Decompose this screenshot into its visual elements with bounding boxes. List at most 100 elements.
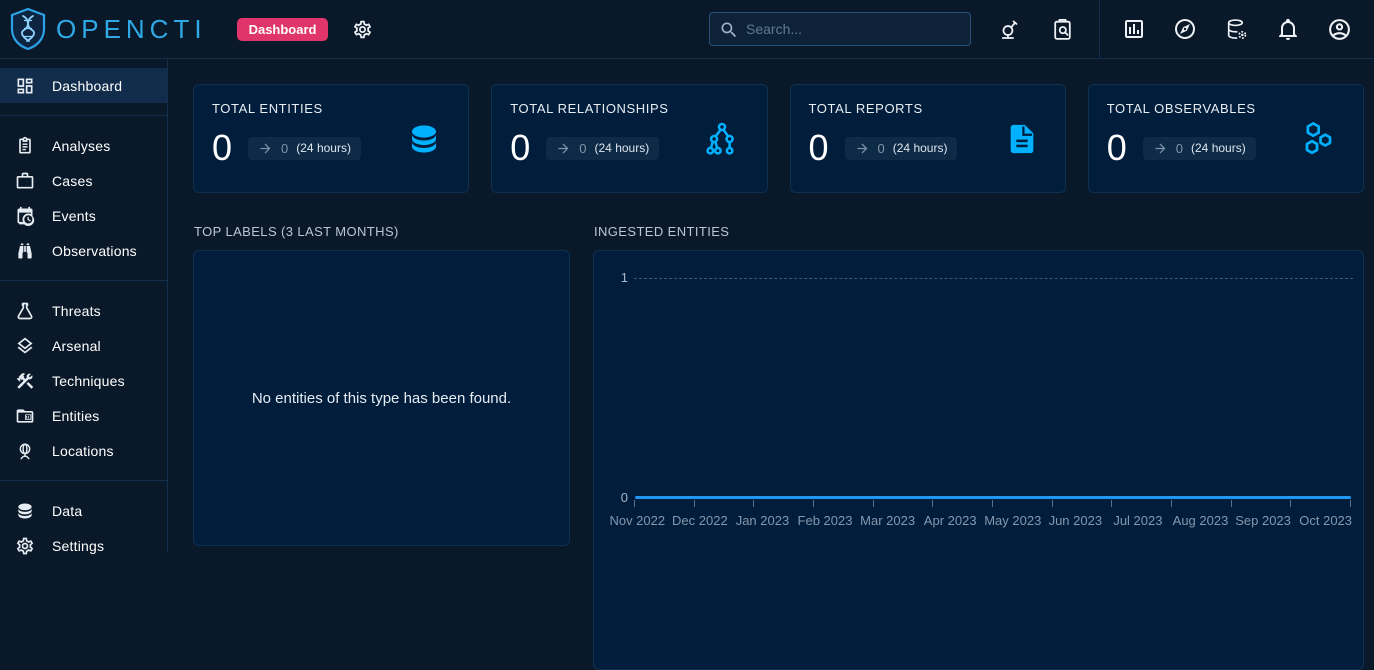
stat-card-title: TOTAL ENTITIES bbox=[212, 101, 450, 116]
stat-cards-row: TOTAL ENTITIES 0 0 (24 hours) TOTAL RELA… bbox=[193, 84, 1364, 193]
stat-card-title: TOTAL OBSERVABLES bbox=[1107, 101, 1345, 116]
database-icon bbox=[15, 501, 35, 521]
sidebar-item-observations[interactable]: Observations bbox=[0, 233, 167, 268]
gridline bbox=[634, 278, 1353, 279]
account-circle-icon[interactable] bbox=[1325, 17, 1354, 42]
empty-message: No entities of this type has been found. bbox=[252, 390, 511, 407]
delta-period: (24 hours) bbox=[296, 141, 351, 155]
delta-chip: 0 (24 hours) bbox=[1143, 137, 1256, 160]
stat-card-value: 0 bbox=[809, 130, 829, 166]
sidebar-item-label: Techniques bbox=[52, 373, 125, 389]
page-badge: Dashboard bbox=[237, 18, 329, 41]
delta-period: (24 hours) bbox=[1191, 141, 1246, 155]
stat-card-value: 0 bbox=[1107, 130, 1127, 166]
research-icon[interactable] bbox=[995, 17, 1024, 42]
delta-value: 0 bbox=[1176, 141, 1183, 156]
sidebar-divider bbox=[0, 280, 167, 281]
topbar: OPENCTI Dashboard bbox=[0, 0, 1374, 59]
x-axis-label: Jul 2023 bbox=[1107, 513, 1170, 528]
sidebar-divider bbox=[0, 115, 167, 116]
x-axis-label: Nov 2022 bbox=[606, 513, 669, 528]
chart-series-line bbox=[635, 496, 1351, 499]
search-icon bbox=[719, 20, 739, 40]
sidebar-item-data[interactable]: Data bbox=[0, 493, 167, 528]
sidebar: Dashboard Analyses Cases Events Observat… bbox=[0, 59, 168, 552]
x-axis-label: Aug 2023 bbox=[1169, 513, 1232, 528]
database-icon bbox=[406, 121, 442, 157]
opencti-logo[interactable]: OPENCTI bbox=[8, 7, 207, 51]
file-document-icon bbox=[1005, 122, 1039, 156]
delta-period: (24 hours) bbox=[595, 141, 650, 155]
sidebar-item-label: Cases bbox=[52, 173, 93, 189]
globe-icon bbox=[15, 441, 35, 461]
sidebar-divider bbox=[0, 480, 167, 481]
folder-icon bbox=[15, 406, 35, 426]
x-axis-label: Dec 2022 bbox=[669, 513, 732, 528]
sidebar-item-dashboard[interactable]: Dashboard bbox=[0, 68, 167, 103]
delta-chip: 0 (24 hours) bbox=[845, 137, 958, 160]
delta-value: 0 bbox=[281, 141, 288, 156]
stat-card-total-observables: TOTAL OBSERVABLES 0 0 (24 hours) bbox=[1088, 84, 1364, 193]
sidebar-item-label: Settings bbox=[52, 538, 104, 554]
sidebar-item-entities[interactable]: Entities bbox=[0, 398, 167, 433]
logo-text: OPENCTI bbox=[56, 14, 207, 45]
delta-value: 0 bbox=[579, 141, 586, 156]
widgets-row: TOP LABELS (3 LAST MONTHS) No entities o… bbox=[193, 224, 1364, 670]
y-axis-tick-1: 1 bbox=[604, 270, 628, 285]
delta-value: 0 bbox=[878, 141, 885, 156]
delta-chip: 0 (24 hours) bbox=[248, 137, 361, 160]
stat-card-total-reports: TOTAL REPORTS 0 0 (24 hours) bbox=[790, 84, 1066, 193]
graph-icon bbox=[703, 120, 741, 158]
sidebar-item-locations[interactable]: Locations bbox=[0, 433, 167, 468]
x-axis-label: Mar 2023 bbox=[856, 513, 919, 528]
x-axis-label: Sep 2023 bbox=[1232, 513, 1295, 528]
x-axis-label: Apr 2023 bbox=[919, 513, 982, 528]
delta-period: (24 hours) bbox=[893, 141, 948, 155]
sidebar-item-label: Dashboard bbox=[52, 78, 122, 94]
chart-box-icon[interactable] bbox=[1120, 17, 1148, 41]
top-labels-widget: TOP LABELS (3 LAST MONTHS) No entities o… bbox=[193, 224, 570, 670]
x-axis-label: Oct 2023 bbox=[1294, 513, 1357, 528]
tools-icon bbox=[15, 371, 35, 391]
stat-card-title: TOTAL REPORTS bbox=[809, 101, 1047, 116]
bulk-search-icon[interactable] bbox=[1048, 17, 1077, 42]
sidebar-item-arsenal[interactable]: Arsenal bbox=[0, 328, 167, 363]
calendar-clock-icon bbox=[15, 206, 35, 226]
sidebar-item-label: Data bbox=[52, 503, 82, 519]
sidebar-item-events[interactable]: Events bbox=[0, 198, 167, 233]
flask-icon bbox=[15, 301, 35, 321]
sidebar-item-label: Observations bbox=[52, 243, 137, 259]
sidebar-item-label: Locations bbox=[52, 443, 114, 459]
main-content: TOTAL ENTITIES 0 0 (24 hours) TOTAL RELA… bbox=[169, 59, 1374, 670]
briefcase-icon bbox=[15, 171, 35, 191]
opencti-shield-logo-icon bbox=[8, 7, 48, 51]
compass-icon[interactable] bbox=[1171, 17, 1199, 41]
x-axis-label: May 2023 bbox=[981, 513, 1044, 528]
x-axis-ticks bbox=[634, 500, 1351, 507]
sidebar-item-label: Entities bbox=[52, 408, 100, 424]
gear-icon[interactable] bbox=[350, 19, 375, 40]
x-axis-label: Jun 2023 bbox=[1044, 513, 1107, 528]
sidebar-item-threats[interactable]: Threats bbox=[0, 293, 167, 328]
sidebar-item-analyses[interactable]: Analyses bbox=[0, 128, 167, 163]
topbar-divider bbox=[1099, 0, 1100, 59]
stat-card-title: TOTAL RELATIONSHIPS bbox=[510, 101, 748, 116]
stat-card-total-entities: TOTAL ENTITIES 0 0 (24 hours) bbox=[193, 84, 469, 193]
dashboard-icon bbox=[15, 76, 35, 96]
stat-card-value: 0 bbox=[510, 130, 530, 166]
search-input[interactable] bbox=[710, 13, 970, 45]
delta-chip: 0 (24 hours) bbox=[546, 137, 659, 160]
sidebar-item-techniques[interactable]: Techniques bbox=[0, 363, 167, 398]
layers-icon bbox=[15, 336, 35, 356]
bell-icon[interactable] bbox=[1274, 17, 1302, 41]
sidebar-item-cases[interactable]: Cases bbox=[0, 163, 167, 198]
database-gear-icon[interactable] bbox=[1222, 17, 1251, 42]
binoculars-icon bbox=[15, 241, 35, 261]
arrow-right-icon bbox=[556, 141, 571, 156]
stat-card-total-relationships: TOTAL RELATIONSHIPS 0 0 (24 hours) bbox=[491, 84, 767, 193]
stat-card-value: 0 bbox=[212, 130, 232, 166]
arrow-right-icon bbox=[855, 141, 870, 156]
sidebar-item-label: Arsenal bbox=[52, 338, 101, 354]
sidebar-item-label: Events bbox=[52, 208, 96, 224]
ingested-entities-widget: INGESTED ENTITIES 1 0 Nov 2022 Dec 2022 … bbox=[593, 224, 1364, 670]
